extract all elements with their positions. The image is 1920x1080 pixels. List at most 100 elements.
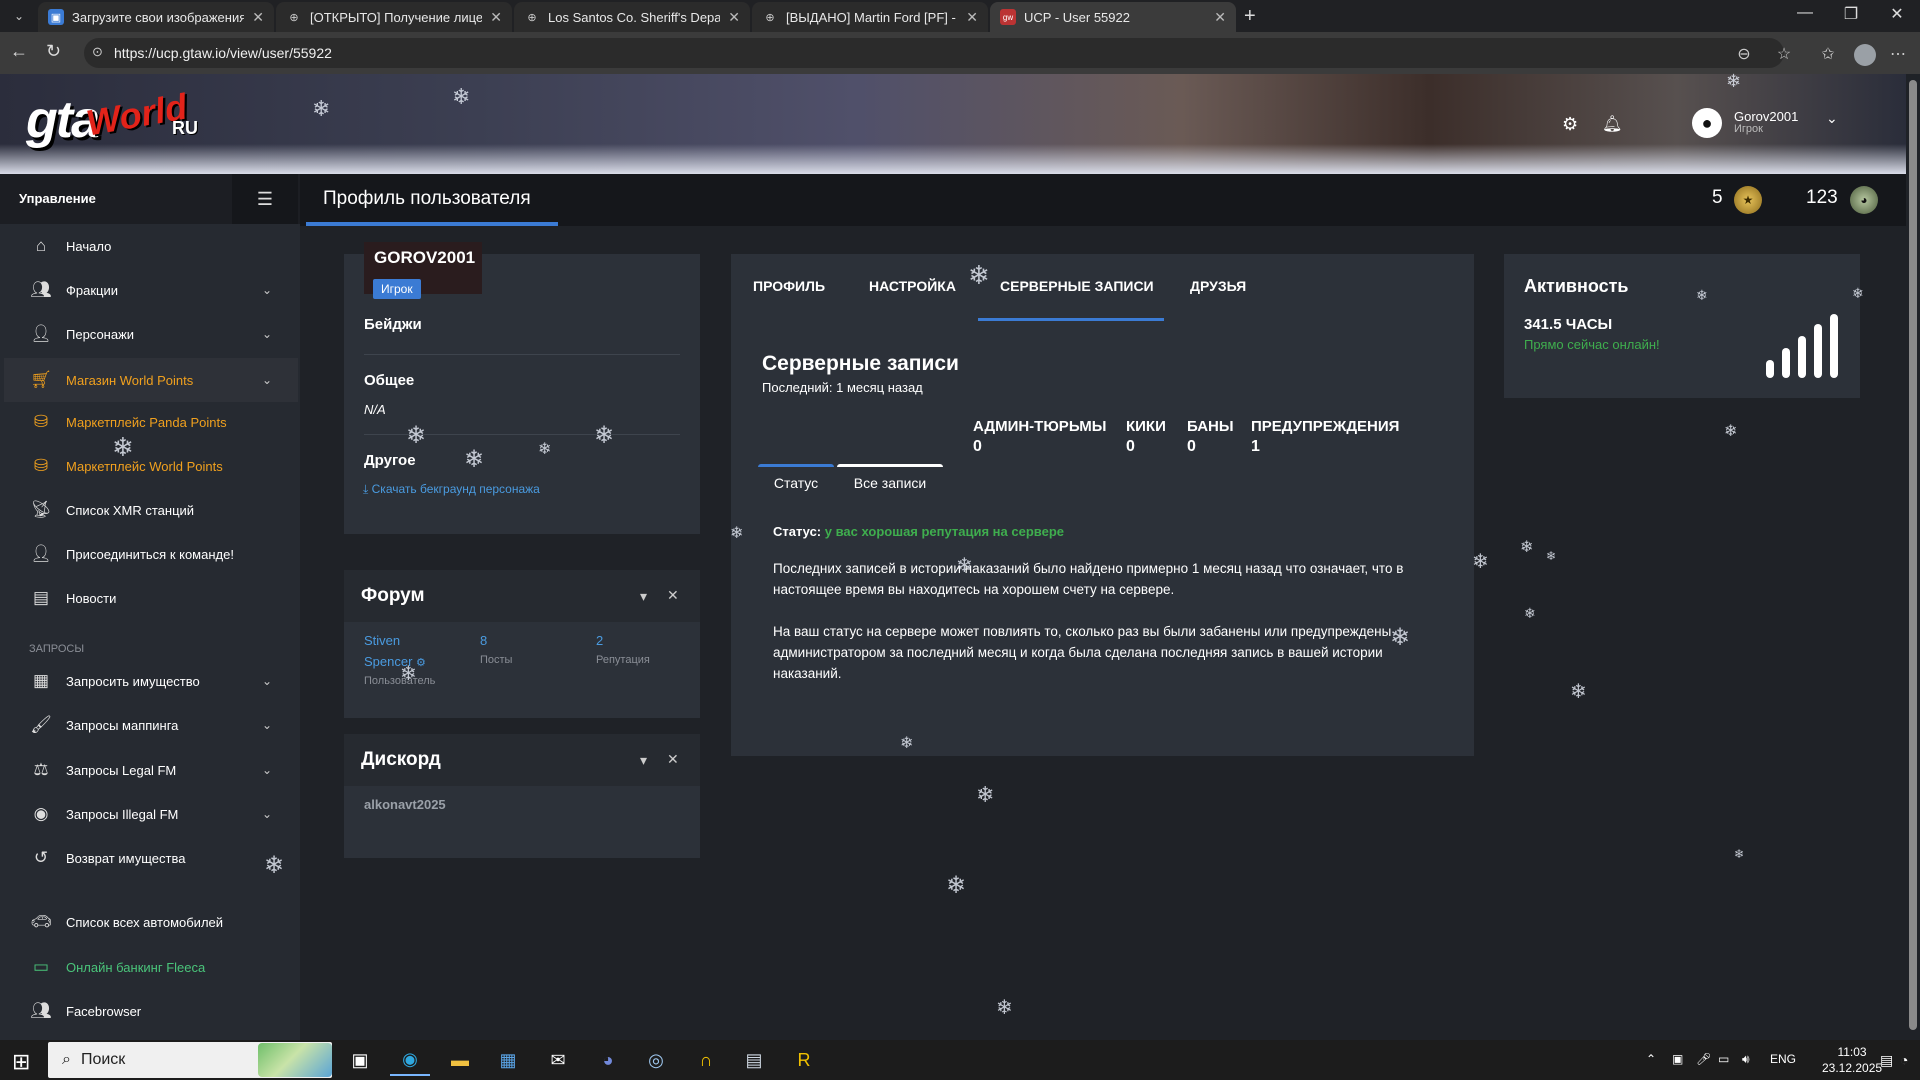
close-icon[interactable]: ✕ xyxy=(1214,9,1226,26)
sidebar-item-fleeca[interactable]: ▭ Онлайн банкинг Fleeca xyxy=(4,947,298,987)
subtab-status[interactable]: Статус xyxy=(758,464,834,498)
profile-role-badge: Игрок xyxy=(373,279,421,299)
focus-icon[interactable]: ◔ xyxy=(1900,1052,1908,1068)
world-points-count: 5 xyxy=(1712,187,1723,208)
discord-username: alkonavt2025 xyxy=(364,797,446,812)
steam-icon[interactable]: ◎ xyxy=(636,1044,676,1076)
profile-avatar-icon[interactable] xyxy=(1854,44,1876,66)
collapse-caret-icon[interactable]: ▾ xyxy=(640,588,647,605)
tab-friends[interactable]: ДРУЗЬЯ xyxy=(1190,278,1246,294)
records-paragraph-1: Последних записей в истории наказаний бы… xyxy=(773,561,1404,597)
windows-start-icon[interactable]: ⊞ xyxy=(12,1049,30,1075)
page-title: Профиль пользователя xyxy=(323,188,531,209)
reader-icon[interactable]: ⊖ xyxy=(1734,44,1754,64)
restore-icon[interactable]: ❐ xyxy=(1828,4,1874,24)
sidebar-item-join-team[interactable]: 👤︎ Присоединиться к команде! xyxy=(4,534,298,574)
discord-icon[interactable]: ◕ xyxy=(588,1044,628,1076)
app-window-icon[interactable]: ▤ xyxy=(734,1044,774,1076)
sidebar-item-news[interactable]: ▤ Новости xyxy=(4,578,298,618)
settings-gear-icon[interactable]: ⚙ xyxy=(1562,114,1578,135)
sidebar-item-request-property[interactable]: ▦ Запросить имущество ⌄ xyxy=(4,661,298,701)
chevron-down-icon: ⌄ xyxy=(261,718,272,732)
sidebar-item-property-return[interactable]: ↺ Возврат имущества xyxy=(4,838,298,878)
favorites-icon[interactable]: ✩ xyxy=(1818,44,1838,64)
close-window-icon[interactable]: ✕ xyxy=(1874,4,1920,24)
tab-list-chevron-icon[interactable]: ⌄ xyxy=(6,5,32,27)
sidebar-item-facebrowser[interactable]: 👥︎ Facebrowser xyxy=(4,991,298,1031)
site-info-icon[interactable]: ⊙ xyxy=(92,44,103,60)
microphone-icon[interactable]: 🎤︎ xyxy=(1696,1052,1711,1066)
star-icon[interactable]: ☆ xyxy=(1774,44,1794,64)
rockstar-icon[interactable]: R xyxy=(784,1044,824,1076)
mail-icon[interactable]: ✉ xyxy=(538,1044,578,1076)
active-tab-underline xyxy=(978,318,1164,321)
notifications-icon[interactable]: ▤ xyxy=(1880,1052,1893,1069)
sidebar-item-factions[interactable]: 👥︎ Фракции ⌄ xyxy=(4,270,298,310)
edge-browser-icon[interactable]: ◉ xyxy=(390,1044,430,1076)
tray-app-icon[interactable]: ▣ xyxy=(1672,1052,1683,1066)
download-link-text: Скачать бекграунд персонажа xyxy=(371,482,540,496)
volume-icon[interactable]: 🔊︎ xyxy=(1742,1052,1750,1067)
headset-app-icon[interactable]: ∩ xyxy=(686,1044,726,1076)
more-menu-icon[interactable]: ⋯ xyxy=(1888,44,1908,64)
sidebar-item-home[interactable]: ⌂ Начало xyxy=(4,226,298,266)
browser-tab-active[interactable]: gw UCP - User 55922 ✕ xyxy=(990,2,1236,32)
snowflake-icon: ❄ xyxy=(1734,847,1745,861)
sidebar-item-mapping[interactable]: 🖌︎ Запросы маппинга ⌄ xyxy=(4,705,298,745)
close-icon[interactable]: ✕ xyxy=(667,751,679,768)
sidebar-item-legal-fm[interactable]: ⚖ Запросы Legal FM ⌄ xyxy=(4,750,298,790)
tray-chevron-icon[interactable]: ⌃ xyxy=(1646,1052,1656,1066)
tab-settings[interactable]: НАСТРОЙКА xyxy=(869,278,956,294)
undo-icon: ↺ xyxy=(33,848,49,867)
browser-tab[interactable]: ⊕ [ВЫДАНО] Martin Ford [PF] - Los ✕ xyxy=(752,2,988,32)
download-icon: ⤓ xyxy=(363,482,372,496)
url-field[interactable]: ⊙ https://ucp.gtaw.io/view/user/55922 xyxy=(84,38,1784,68)
records-paragraph-2: На ваш статус на сервере может повлиять … xyxy=(773,624,1392,681)
task-view-icon[interactable]: ▣ xyxy=(340,1044,380,1076)
close-icon[interactable]: ✕ xyxy=(490,9,502,26)
sidebar-item-vehicles[interactable]: 🚗︎ Список всех автомобилей xyxy=(4,902,298,942)
download-background-link[interactable]: ⤓ Скачать бекграунд персонажа xyxy=(363,482,540,497)
snowflake-icon: ❄ xyxy=(1724,423,1738,440)
sidebar-item-characters[interactable]: 👤︎ Персонажи ⌄ xyxy=(4,314,298,354)
back-arrow-icon[interactable]: ← xyxy=(10,41,28,62)
minimize-icon[interactable]: — xyxy=(1782,4,1828,22)
sidebar-item-wp-shop[interactable]: 🛒︎ Магазин World Points ⌄ xyxy=(4,358,298,402)
snowflake-icon: ❄ xyxy=(538,441,552,458)
user-menu-chevron-icon[interactable]: ⌄ xyxy=(1826,110,1838,127)
scrollbar-thumb[interactable] xyxy=(1909,80,1917,1030)
browser-tab[interactable]: ⊕ [ОТКРЫТО] Получение лицензи ✕ xyxy=(276,2,512,32)
hamburger-menu-icon[interactable]: ☰ xyxy=(232,174,298,224)
sidebar-item-illegal-fm[interactable]: ◉ Запросы Illegal FM ⌄ xyxy=(4,794,298,834)
close-icon[interactable]: ✕ xyxy=(966,9,978,26)
tab-server-records[interactable]: СЕРВЕРНЫЕ ЗАПИСИ xyxy=(1000,278,1154,294)
network-icon[interactable]: ▭ xyxy=(1718,1052,1729,1066)
file-explorer-icon[interactable]: ▬ xyxy=(440,1044,480,1076)
close-icon[interactable]: ✕ xyxy=(667,587,679,604)
close-icon[interactable]: ✕ xyxy=(252,9,264,26)
snowflake-icon: ❄ xyxy=(956,555,973,577)
user-name[interactable]: Gorov2001 xyxy=(1734,109,1798,124)
gtaw-logo[interactable]: gta World RU xyxy=(26,84,206,154)
taskbar-clock[interactable]: 11:03 23.12.2025 xyxy=(1822,1044,1882,1076)
browser-tab[interactable]: ▣ Загрузите свои изображения ✕ xyxy=(38,2,274,32)
subtab-all-records[interactable]: Все записи xyxy=(837,464,943,498)
language-indicator[interactable]: ENG xyxy=(1770,1052,1796,1066)
tab-profile[interactable]: ПРОФИЛЬ xyxy=(753,278,825,294)
new-tab-icon[interactable]: + xyxy=(1244,5,1256,28)
collapse-caret-icon[interactable]: ▾ xyxy=(640,752,647,769)
search-icon: ⌕ xyxy=(62,1051,71,1068)
user-avatar-icon[interactable]: ● xyxy=(1692,108,1722,138)
sidebar-item-panda-market[interactable]: ⛁ Маркетплейс Panda Points xyxy=(4,402,298,442)
snowflake-icon: ❄ xyxy=(1524,605,1536,621)
forum-user-first[interactable]: Stiven xyxy=(364,633,400,648)
browser-tab[interactable]: ⊕ Los Santos Co. Sheriff's Departme ✕ xyxy=(514,2,750,32)
store-icon[interactable]: ▦ xyxy=(488,1044,528,1076)
sidebar-item-wp-market[interactable]: ⛁ Маркетплейс World Points xyxy=(4,446,298,486)
close-icon[interactable]: ✕ xyxy=(728,9,740,26)
signal-bar xyxy=(1766,360,1774,378)
bell-icon[interactable]: 🔔︎ xyxy=(1602,114,1622,134)
reload-icon[interactable]: ↻ xyxy=(46,41,61,62)
sidebar-item-xmr[interactable]: 📡︎ Список XMR станций xyxy=(4,490,298,530)
chevron-down-icon: ⌄ xyxy=(261,283,272,297)
